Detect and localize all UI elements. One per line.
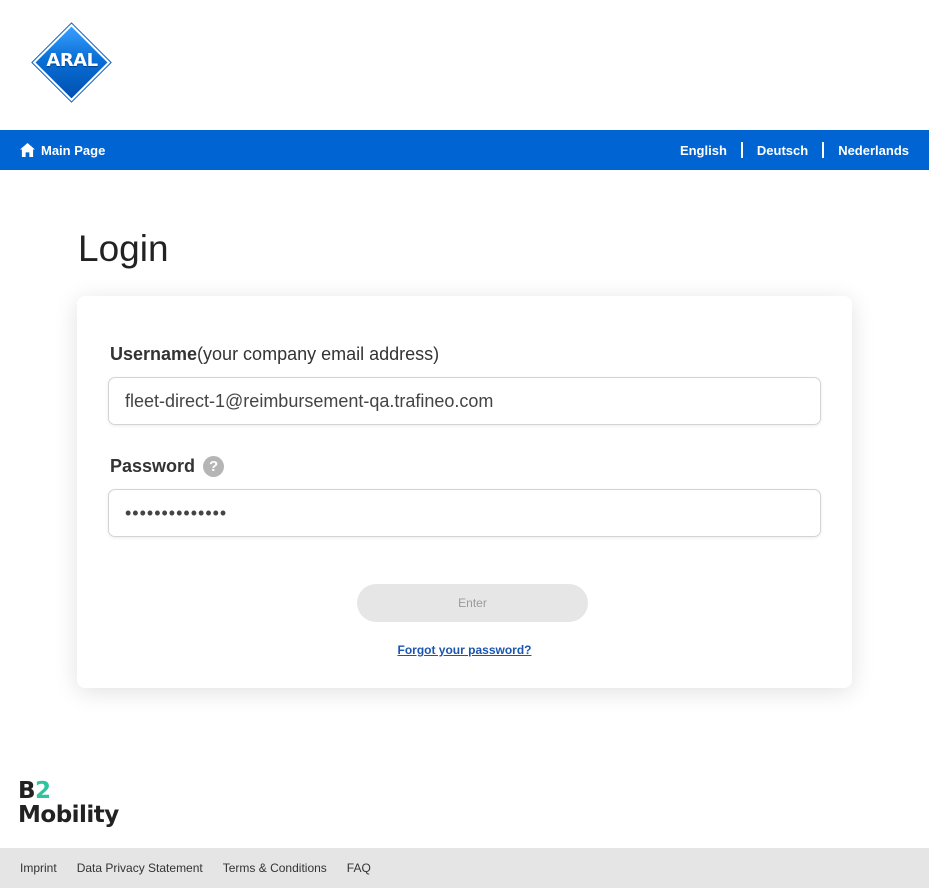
page-title: Login xyxy=(78,228,169,269)
language-switcher: English Deutsch Nederlands xyxy=(680,142,909,158)
password-input[interactable] xyxy=(108,489,821,537)
b2-logo-b: B xyxy=(18,778,36,804)
help-icon[interactable]: ? xyxy=(203,456,225,477)
home-icon xyxy=(20,143,35,157)
forgot-password-container: Forgot your password? xyxy=(77,641,852,659)
footer-link-faq[interactable]: FAQ xyxy=(347,861,371,875)
username-hint: (your company email address) xyxy=(197,344,440,364)
aral-logo: ARAL xyxy=(32,23,111,102)
b2-logo-2: 2 xyxy=(35,778,51,804)
main-page-link[interactable]: Main Page xyxy=(20,143,105,158)
language-nederlands[interactable]: Nederlands xyxy=(838,143,909,158)
password-label-text: Password xyxy=(110,456,196,476)
footer-bar: Imprint Data Privacy Statement Terms & C… xyxy=(0,848,929,888)
language-english[interactable]: English xyxy=(680,143,727,158)
b2-mobility-logo-line1: B2 xyxy=(18,780,119,803)
top-navigation-bar: Main Page English Deutsch Nederlands xyxy=(0,130,929,170)
login-page: ARAL Main Page English Deutsch Nederland… xyxy=(0,0,929,888)
main-page-label: Main Page xyxy=(41,142,106,158)
footer-link-terms[interactable]: Terms & Conditions xyxy=(223,861,327,875)
username-label-text: Username xyxy=(110,344,198,364)
footer-link-privacy[interactable]: Data Privacy Statement xyxy=(77,861,203,875)
login-card: Username(your company email address) Pas… xyxy=(77,296,852,688)
forgot-password-link[interactable]: Forgot your password? xyxy=(397,643,531,657)
username-label: Username(your company email address) xyxy=(110,344,439,365)
b2-mobility-logo: B2 Mobility xyxy=(18,780,119,827)
username-input[interactable] xyxy=(108,377,821,425)
language-deutsch[interactable]: Deutsch xyxy=(757,143,808,158)
footer-link-imprint[interactable]: Imprint xyxy=(20,861,57,875)
password-label: Password ? xyxy=(110,456,225,477)
enter-button[interactable]: Enter xyxy=(357,584,588,622)
language-divider xyxy=(822,142,825,158)
aral-logo-text: ARAL xyxy=(46,50,98,71)
language-divider xyxy=(740,142,743,158)
b2-mobility-logo-line2: Mobility xyxy=(18,802,119,828)
